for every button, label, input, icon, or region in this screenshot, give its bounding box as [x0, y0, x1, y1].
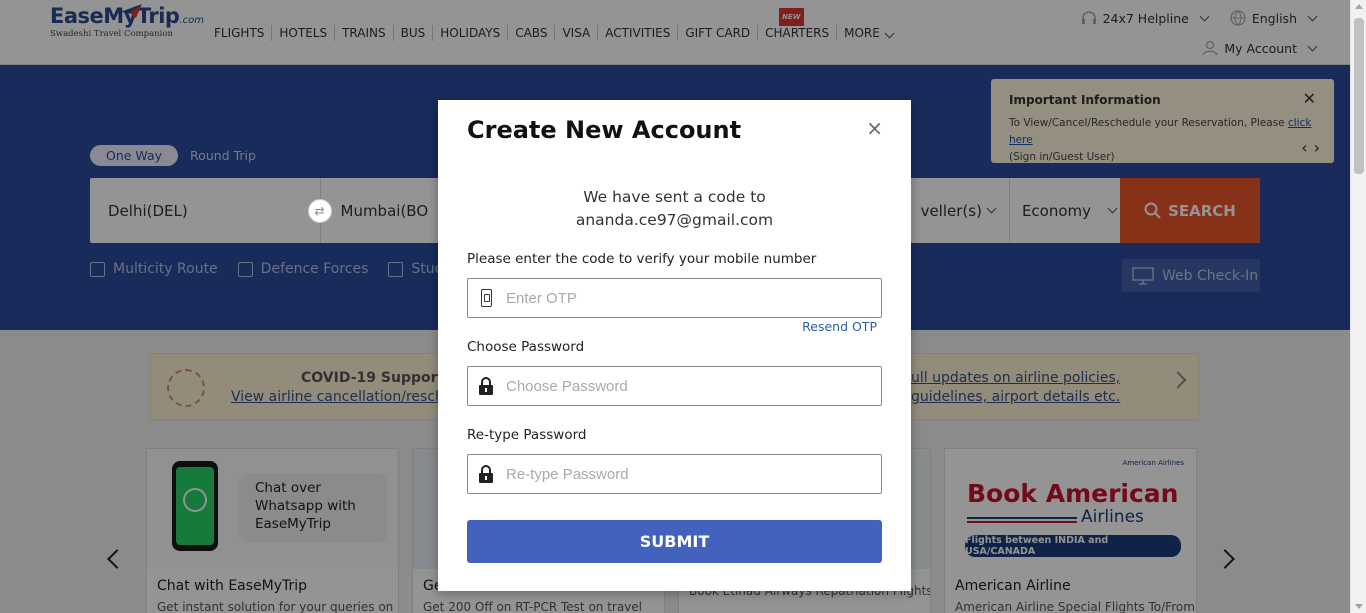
otp-label: Please enter the code to verify your mob… — [467, 251, 817, 267]
scrollbar-thumb[interactable] — [1354, 18, 1364, 174]
retype-password-label: Re-type Password — [467, 427, 587, 443]
retype-password-field[interactable] — [467, 454, 882, 494]
scrollbar[interactable] — [1350, 0, 1366, 613]
lock-icon — [468, 465, 504, 483]
lock-icon — [468, 377, 504, 395]
otp-field[interactable] — [467, 278, 882, 318]
resend-otp-link[interactable]: Resend OTP — [802, 319, 877, 334]
modal-title: Create New Account — [467, 116, 742, 144]
mobile-phone-icon — [468, 289, 504, 307]
code-sent-email: ananda.ce97@gmail.com — [575, 211, 774, 229]
create-account-modal: Create New Account × We have sent a code… — [438, 100, 911, 591]
scroll-down-icon[interactable] — [1355, 604, 1363, 609]
password-label: Choose Password — [467, 339, 585, 355]
close-icon[interactable]: × — [866, 116, 883, 140]
submit-button[interactable]: SUBMIT — [467, 520, 882, 563]
code-sent-message: We have sent a code to ananda.ce97@gmail… — [438, 186, 911, 232]
password-input[interactable] — [504, 368, 874, 404]
swap-icon[interactable]: ⇄ — [307, 199, 332, 223]
scroll-up-icon[interactable] — [1355, 4, 1363, 9]
retype-password-input[interactable] — [504, 456, 874, 492]
otp-input[interactable] — [504, 280, 874, 316]
code-sent-line: We have sent a code to — [583, 188, 766, 206]
password-field[interactable] — [467, 366, 882, 406]
